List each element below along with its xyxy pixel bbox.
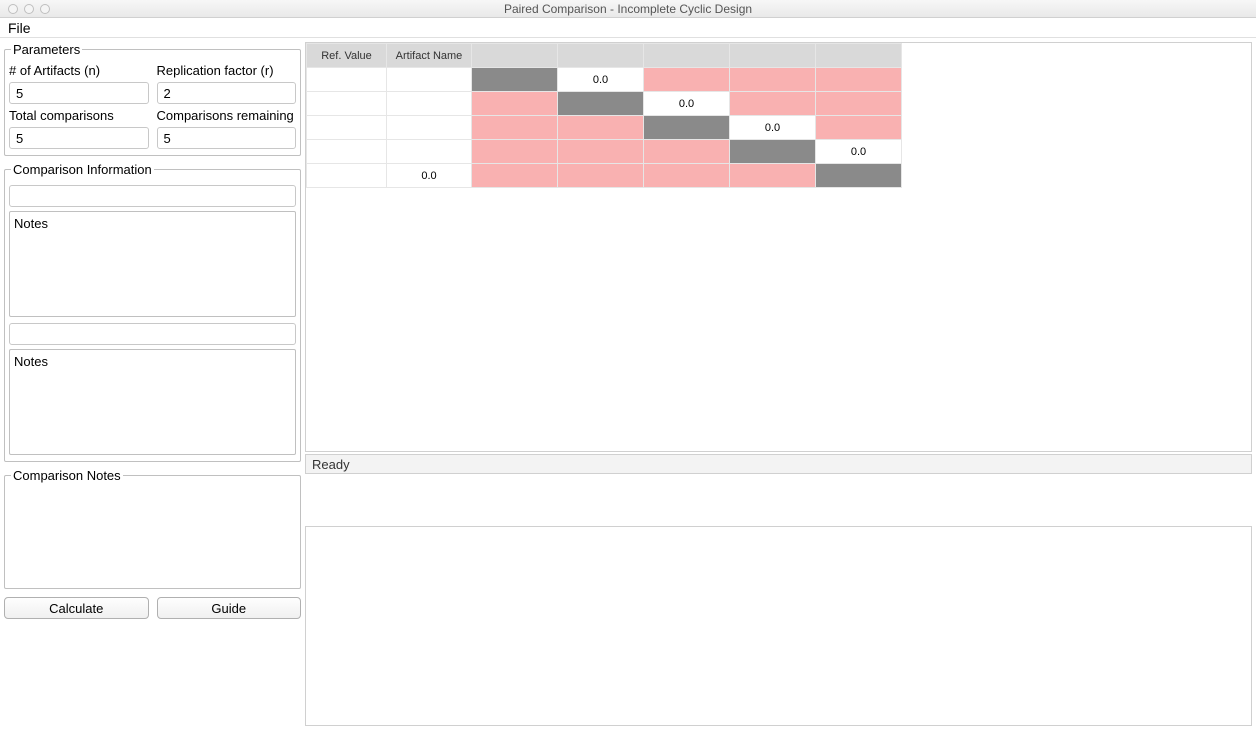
- cell-ref-value[interactable]: [307, 164, 387, 188]
- menubar: File: [0, 18, 1256, 38]
- cell-comparison[interactable]: [644, 68, 730, 92]
- cell-comparison[interactable]: [816, 68, 902, 92]
- table-row[interactable]: 0.0: [307, 164, 902, 188]
- cell-artifact-name[interactable]: [387, 92, 472, 116]
- cell-comparison[interactable]: [644, 140, 730, 164]
- cell-comparison[interactable]: [816, 164, 902, 188]
- notes1-textarea[interactable]: [14, 231, 291, 309]
- cell-ref-value[interactable]: [307, 116, 387, 140]
- table-row[interactable]: 0.0: [307, 68, 902, 92]
- cell-comparison[interactable]: [472, 116, 558, 140]
- cell-artifact-name[interactable]: [387, 68, 472, 92]
- cell-comparison[interactable]: [730, 140, 816, 164]
- status-bar: Ready: [305, 454, 1252, 474]
- comparison-info-input[interactable]: [9, 185, 296, 207]
- notes2-textarea[interactable]: [14, 369, 291, 447]
- artifacts-label: # of Artifacts (n): [9, 63, 149, 78]
- cell-comparison[interactable]: [558, 92, 644, 116]
- replication-input[interactable]: [157, 82, 297, 104]
- cell-ref-value[interactable]: [307, 140, 387, 164]
- table-row[interactable]: 0.0: [307, 116, 902, 140]
- comparison-notes-textarea[interactable]: [9, 489, 296, 579]
- guide-button[interactable]: Guide: [157, 597, 302, 619]
- cell-comparison[interactable]: [730, 92, 816, 116]
- header-blank-5: [816, 44, 902, 68]
- cell-comparison[interactable]: [644, 164, 730, 188]
- artifacts-input[interactable]: [9, 82, 149, 104]
- cell-comparison[interactable]: [472, 92, 558, 116]
- cell-artifact-name[interactable]: [387, 116, 472, 140]
- table-row[interactable]: 0.0: [307, 140, 902, 164]
- table-row[interactable]: 0.0: [307, 92, 902, 116]
- header-artifact-name: Artifact Name: [387, 44, 472, 68]
- menu-file[interactable]: File: [8, 20, 31, 36]
- comparisons-remaining-label: Comparisons remaining: [157, 108, 297, 123]
- cell-comparison[interactable]: [730, 164, 816, 188]
- cell-comparison[interactable]: 0.0: [816, 140, 902, 164]
- window-title: Paired Comparison - Incomplete Cyclic De…: [0, 2, 1256, 16]
- cell-comparison[interactable]: [472, 68, 558, 92]
- right-panel: Ref. Value Artifact Name 0.00.00.00.00.0…: [305, 38, 1256, 730]
- cell-artifact-name[interactable]: [387, 140, 472, 164]
- notes-box-1: Notes: [9, 211, 296, 317]
- total-comparisons-label: Total comparisons: [9, 108, 149, 123]
- cell-comparison[interactable]: [816, 116, 902, 140]
- calculate-button[interactable]: Calculate: [4, 597, 149, 619]
- parameters-legend: Parameters: [11, 42, 82, 57]
- comparison-table-area[interactable]: Ref. Value Artifact Name 0.00.00.00.00.0: [305, 42, 1252, 452]
- comparison-notes-legend: Comparison Notes: [11, 468, 123, 483]
- comparison-table[interactable]: Ref. Value Artifact Name 0.00.00.00.00.0: [306, 43, 902, 188]
- header-blank-3: [644, 44, 730, 68]
- header-blank-1: [472, 44, 558, 68]
- left-panel: Parameters # of Artifacts (n) Replicatio…: [0, 38, 305, 730]
- cell-comparison[interactable]: [558, 164, 644, 188]
- cell-comparison[interactable]: 0.0: [558, 68, 644, 92]
- titlebar: Paired Comparison - Incomplete Cyclic De…: [0, 0, 1256, 18]
- cell-ref-value[interactable]: [307, 68, 387, 92]
- comparison-mid-input[interactable]: [9, 323, 296, 345]
- cell-comparison[interactable]: [644, 116, 730, 140]
- comparison-info-legend: Comparison Information: [11, 162, 154, 177]
- cell-comparison[interactable]: 0.0: [644, 92, 730, 116]
- cell-comparison[interactable]: [472, 164, 558, 188]
- total-comparisons-input[interactable]: [9, 127, 149, 149]
- comparison-info-group: Comparison Information Notes Notes: [4, 162, 301, 462]
- cell-ref-value[interactable]: [307, 92, 387, 116]
- notes-box-2: Notes: [9, 349, 296, 455]
- cell-comparison[interactable]: [816, 92, 902, 116]
- cell-comparison[interactable]: [730, 68, 816, 92]
- parameters-group: Parameters # of Artifacts (n) Replicatio…: [4, 42, 301, 156]
- cell-comparison[interactable]: 0.0: [730, 116, 816, 140]
- cell-comparison[interactable]: [472, 140, 558, 164]
- notes1-label: Notes: [14, 216, 291, 231]
- cell-comparison[interactable]: [558, 140, 644, 164]
- header-blank-2: [558, 44, 644, 68]
- header-blank-4: [730, 44, 816, 68]
- cell-artifact-name[interactable]: 0.0: [387, 164, 472, 188]
- notes2-label: Notes: [14, 354, 291, 369]
- comparisons-remaining-input[interactable]: [157, 127, 297, 149]
- cell-comparison[interactable]: [558, 116, 644, 140]
- header-ref-value: Ref. Value: [307, 44, 387, 68]
- comparison-notes-group: Comparison Notes: [4, 468, 301, 589]
- lower-output-area: [305, 526, 1252, 726]
- button-row: Calculate Guide: [4, 597, 301, 619]
- replication-label: Replication factor (r): [157, 63, 297, 78]
